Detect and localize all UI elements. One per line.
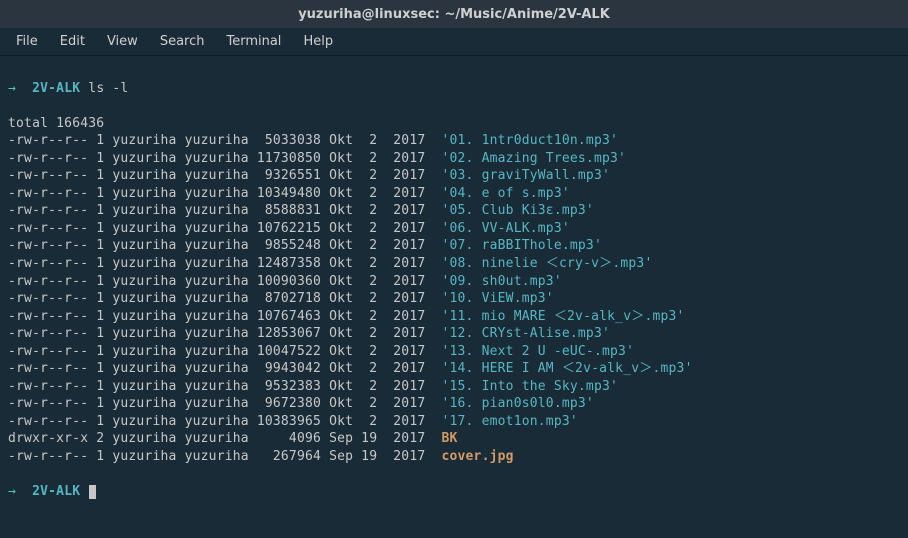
file-name: '06. VV-ALK.mp3' — [441, 221, 569, 236]
file-name: '14. HERE I AM ＜2v-alk_v＞.mp3' — [441, 361, 692, 376]
list-item: -rw-r--r-- 1 yuzuriha yuzuriha 12853067 … — [8, 325, 900, 343]
file-meta: -rw-r--r-- 1 yuzuriha yuzuriha 10090360 … — [8, 274, 441, 289]
list-item: -rw-r--r-- 1 yuzuriha yuzuriha 9672380 O… — [8, 395, 900, 413]
file-meta: -rw-r--r-- 1 yuzuriha yuzuriha 9326551 O… — [8, 168, 441, 183]
file-meta: -rw-r--r-- 1 yuzuriha yuzuriha 8702718 O… — [8, 291, 441, 306]
file-meta: -rw-r--r-- 1 yuzuriha yuzuriha 10383965 … — [8, 414, 441, 429]
menu-terminal[interactable]: Terminal — [216, 30, 291, 53]
list-item: -rw-r--r-- 1 yuzuriha yuzuriha 10349480 … — [8, 185, 900, 203]
file-name: '08. ninelie ＜cry-v＞.mp3' — [441, 256, 652, 271]
list-item: -rw-r--r-- 1 yuzuriha yuzuriha 11730850 … — [8, 150, 900, 168]
file-name: '07. raBBIThole.mp3' — [441, 238, 602, 253]
window-titlebar: yuzuriha@linuxsec: ~/Music/Anime/2V-ALK — [0, 0, 908, 28]
dir-name: BK — [441, 431, 457, 446]
list-item: -rw-r--r-- 1 yuzuriha yuzuriha 9532383 O… — [8, 378, 900, 396]
prompt-line: → 2V-ALK ls -l — [8, 80, 900, 98]
list-item: -rw-r--r-- 1 yuzuriha yuzuriha 10767463 … — [8, 308, 900, 326]
file-meta: -rw-r--r-- 1 yuzuriha yuzuriha 10047522 … — [8, 344, 441, 359]
cursor-icon — [89, 485, 96, 499]
file-name: '03. graviTyWall.mp3' — [441, 168, 610, 183]
prompt-arrow-icon: → — [8, 81, 16, 96]
file-meta: -rw-r--r-- 1 yuzuriha yuzuriha 12487358 … — [8, 256, 441, 271]
file-meta: -rw-r--r-- 1 yuzuriha yuzuriha 5033038 O… — [8, 133, 441, 148]
menu-help[interactable]: Help — [293, 30, 343, 53]
file-name: '17. emot1on.mp3' — [441, 414, 577, 429]
list-item: -rw-r--r-- 1 yuzuriha yuzuriha 10762215 … — [8, 220, 900, 238]
file-meta: -rw-r--r-- 1 yuzuriha yuzuriha 10349480 … — [8, 186, 441, 201]
list-item: -rw-r--r-- 1 yuzuriha yuzuriha 9943042 O… — [8, 360, 900, 378]
list-item: -rw-r--r-- 1 yuzuriha yuzuriha 8588831 O… — [8, 202, 900, 220]
list-item: -rw-r--r-- 1 yuzuriha yuzuriha 10090360 … — [8, 273, 900, 291]
file-meta: -rw-r--r-- 1 yuzuriha yuzuriha 12853067 … — [8, 326, 441, 341]
list-item: drwxr-xr-x 2 yuzuriha yuzuriha 4096 Sep … — [8, 430, 900, 448]
ls-listing: -rw-r--r-- 1 yuzuriha yuzuriha 5033038 O… — [8, 132, 900, 465]
file-name: cover.jpg — [441, 449, 513, 464]
file-name: '09. sh0ut.mp3' — [441, 274, 561, 289]
list-item: -rw-r--r-- 1 yuzuriha yuzuriha 267964 Se… — [8, 448, 900, 466]
menubar: File Edit View Search Terminal Help — [0, 28, 908, 56]
prompt-arrow-icon: → — [8, 484, 16, 499]
list-item: -rw-r--r-- 1 yuzuriha yuzuriha 9326551 O… — [8, 167, 900, 185]
file-meta: -rw-r--r-- 1 yuzuriha yuzuriha 9532383 O… — [8, 379, 441, 394]
file-meta: -rw-r--r-- 1 yuzuriha yuzuriha 9943042 O… — [8, 361, 441, 376]
file-meta: -rw-r--r-- 1 yuzuriha yuzuriha 8588831 O… — [8, 203, 441, 218]
list-item: -rw-r--r-- 1 yuzuriha yuzuriha 10047522 … — [8, 343, 900, 361]
file-name: '16. pian0s0l0.mp3' — [441, 396, 594, 411]
file-name: '12. CRYst-Alise.mp3' — [441, 326, 610, 341]
file-name: '10. ViEW.mp3' — [441, 291, 553, 306]
menu-edit[interactable]: Edit — [50, 30, 95, 53]
window-title: yuzuriha@linuxsec: ~/Music/Anime/2V-ALK — [298, 7, 610, 22]
prompt-command: ls -l — [88, 81, 128, 96]
file-meta: -rw-r--r-- 1 yuzuriha yuzuriha 9672380 O… — [8, 396, 441, 411]
list-item: -rw-r--r-- 1 yuzuriha yuzuriha 5033038 O… — [8, 132, 900, 150]
list-item: -rw-r--r-- 1 yuzuriha yuzuriha 9855248 O… — [8, 237, 900, 255]
file-meta: -rw-r--r-- 1 yuzuriha yuzuriha 267964 Se… — [8, 449, 441, 464]
list-item: -rw-r--r-- 1 yuzuriha yuzuriha 8702718 O… — [8, 290, 900, 308]
file-name: '13. Next 2 U -eUC-.mp3' — [441, 344, 634, 359]
file-meta: -rw-r--r-- 1 yuzuriha yuzuriha 10767463 … — [8, 309, 441, 324]
file-name: '04. e of s.mp3' — [441, 186, 569, 201]
list-item: -rw-r--r-- 1 yuzuriha yuzuriha 12487358 … — [8, 255, 900, 273]
file-meta: -rw-r--r-- 1 yuzuriha yuzuriha 11730850 … — [8, 151, 441, 166]
file-name: '02. Amazing Trees.mp3' — [441, 151, 626, 166]
ls-total: total 166436 — [8, 116, 104, 131]
menu-view[interactable]: View — [97, 30, 148, 53]
file-meta: -rw-r--r-- 1 yuzuriha yuzuriha 9855248 O… — [8, 238, 441, 253]
prompt-cwd: 2V-ALK — [32, 81, 80, 96]
list-item: -rw-r--r-- 1 yuzuriha yuzuriha 10383965 … — [8, 413, 900, 431]
menu-file[interactable]: File — [6, 30, 48, 53]
menu-search[interactable]: Search — [150, 30, 215, 53]
file-name: '05. Club Ki3ε.mp3' — [441, 203, 594, 218]
file-name: '11. mio MARE ＜2v-alk_v＞.mp3' — [441, 309, 684, 324]
file-name: '15. Into the Sky.mp3' — [441, 379, 618, 394]
terminal-output[interactable]: → 2V-ALK ls -l total 166436 -rw-r--r-- 1… — [0, 56, 908, 524]
file-meta: -rw-r--r-- 1 yuzuriha yuzuriha 10762215 … — [8, 221, 441, 236]
prompt-cwd: 2V-ALK — [32, 484, 80, 499]
prompt-line-current: → 2V-ALK — [8, 483, 900, 501]
file-name: '01. 1ntr0duct10n.mp3' — [441, 133, 618, 148]
file-meta: drwxr-xr-x 2 yuzuriha yuzuriha 4096 Sep … — [8, 431, 441, 446]
